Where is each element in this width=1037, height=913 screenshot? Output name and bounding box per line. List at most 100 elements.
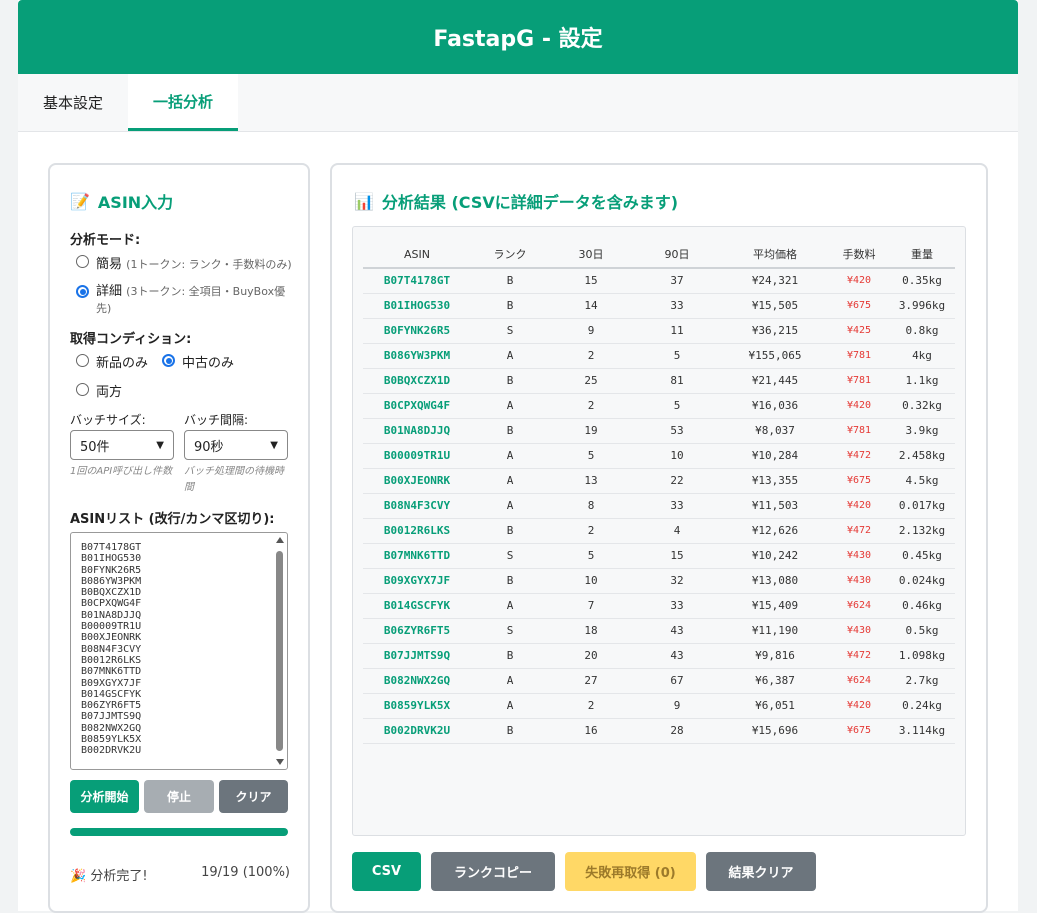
- cell-asin[interactable]: B002DRVK2U: [363, 718, 471, 744]
- table-row: B086YW3PKM A 2 5 ¥155,065 ¥781 4kg: [363, 343, 955, 369]
- cell-avg-price: ¥6,387: [721, 668, 829, 694]
- cell-rank: A: [471, 668, 549, 694]
- cell-avg-price: ¥11,503: [721, 493, 829, 519]
- results-table-container: ASIN ランク 30日 90日 平均価格 手数料 重量 B07T4178GT B…: [352, 226, 966, 836]
- cell-fee: ¥420: [829, 493, 889, 519]
- cell-weight: 3.9kg: [889, 418, 955, 444]
- asin-list-textarea[interactable]: B07T4178GT B01IHOG530 B0FYNK26R5 B086YW3…: [70, 532, 288, 770]
- cell-asin[interactable]: B00XJEONRK: [363, 468, 471, 494]
- mode-detail-radio[interactable]: [76, 285, 89, 298]
- cell-avg-price: ¥9,816: [721, 643, 829, 669]
- scroll-up-icon[interactable]: [276, 537, 284, 543]
- cell-30d: 8: [549, 493, 633, 519]
- cell-avg-price: ¥12,626: [721, 518, 829, 544]
- cond-both-radio[interactable]: [76, 383, 89, 396]
- cond-new-option[interactable]: 新品のみ: [76, 352, 148, 371]
- cell-asin[interactable]: B08N4F3CVY: [363, 493, 471, 519]
- cell-rank: A: [471, 593, 549, 619]
- mode-simple-option[interactable]: 簡易 (1トークン: ランク・手数料のみ): [76, 253, 296, 272]
- results-panel: 📊 分析結果 (CSVに詳細データを含みます) ASIN ランク 30日 90日…: [330, 163, 988, 913]
- table-row: B0BQXCZX1D B 25 81 ¥21,445 ¥781 1.1kg: [363, 368, 955, 394]
- column-header-90d: 90日: [633, 241, 721, 269]
- rank-copy-button[interactable]: ランクコピー: [431, 852, 555, 891]
- cell-90d: 15: [633, 543, 721, 569]
- cell-asin[interactable]: B082NWX2GQ: [363, 668, 471, 694]
- cell-fee: ¥781: [829, 368, 889, 394]
- cell-asin[interactable]: B0859YLK5X: [363, 693, 471, 719]
- cell-rank: A: [471, 343, 549, 369]
- status-text: 分析完了!: [90, 869, 148, 884]
- cell-asin[interactable]: B07MNK6TTD: [363, 543, 471, 569]
- table-row: B07MNK6TTD S 5 15 ¥10,242 ¥430 0.45kg: [363, 543, 955, 569]
- cell-30d: 10: [549, 568, 633, 594]
- cell-weight: 0.5kg: [889, 618, 955, 644]
- cell-asin[interactable]: B0BQXCZX1D: [363, 368, 471, 394]
- cell-30d: 5: [549, 543, 633, 569]
- cell-90d: 11: [633, 318, 721, 344]
- textarea-scrollbar[interactable]: [275, 537, 284, 765]
- cell-asin[interactable]: B086YW3PKM: [363, 343, 471, 369]
- cell-fee: ¥430: [829, 618, 889, 644]
- clear-button[interactable]: クリア: [219, 780, 288, 813]
- column-header-asin: ASIN: [363, 241, 471, 269]
- cell-avg-price: ¥15,505: [721, 293, 829, 319]
- cell-asin[interactable]: B07JJMTS9Q: [363, 643, 471, 669]
- cond-both-option[interactable]: 両方: [76, 381, 122, 400]
- table-row: B0FYNK26R5 S 9 11 ¥36,215 ¥425 0.8kg: [363, 318, 955, 344]
- table-row: B07T4178GT B 15 37 ¥24,321 ¥420 0.35kg: [363, 268, 955, 294]
- cell-fee: ¥420: [829, 693, 889, 719]
- cell-fee: ¥624: [829, 668, 889, 694]
- start-analysis-button[interactable]: 分析開始: [70, 780, 139, 813]
- cell-weight: 0.017kg: [889, 493, 955, 519]
- table-row: B01IHOG530 B 14 33 ¥15,505 ¥675 3.996kg: [363, 293, 955, 319]
- batch-size-select[interactable]: 50件 ▼: [70, 430, 174, 460]
- cell-fee: ¥781: [829, 418, 889, 444]
- clear-results-button[interactable]: 結果クリア: [706, 852, 816, 891]
- cell-asin[interactable]: B014GSCFYK: [363, 593, 471, 619]
- asin-list-label: ASINリスト (改行/カンマ区切り):: [70, 512, 275, 527]
- table-row: B00XJEONRK A 13 22 ¥13,355 ¥675 4.5kg: [363, 468, 955, 494]
- cell-avg-price: ¥155,065: [721, 343, 829, 369]
- cell-90d: 22: [633, 468, 721, 494]
- cell-30d: 25: [549, 368, 633, 394]
- cell-asin[interactable]: B06ZYR6FT5: [363, 618, 471, 644]
- scroll-thumb[interactable]: [276, 551, 283, 751]
- cell-asin[interactable]: B0CPXQWG4F: [363, 393, 471, 419]
- retry-failed-button[interactable]: 失敗再取得 (0): [565, 852, 696, 891]
- cell-fee: ¥624: [829, 593, 889, 619]
- scroll-down-icon[interactable]: [276, 759, 284, 765]
- table-row: B0CPXQWG4F A 2 5 ¥16,036 ¥420 0.32kg: [363, 393, 955, 419]
- cond-used-radio[interactable]: [162, 354, 175, 367]
- cond-used-option[interactable]: 中古のみ: [162, 352, 234, 371]
- tab-basic-settings[interactable]: 基本設定: [18, 74, 128, 131]
- table-row: B07JJMTS9Q B 20 43 ¥9,816 ¥472 1.098kg: [363, 643, 955, 669]
- stop-button[interactable]: 停止: [144, 780, 214, 813]
- mode-detail-option[interactable]: 詳細 (3トークン: 全項目・BuyBox優先): [76, 283, 294, 317]
- cell-asin[interactable]: B07T4178GT: [363, 268, 471, 294]
- cell-asin[interactable]: B09XGYX7JF: [363, 568, 471, 594]
- cell-30d: 20: [549, 643, 633, 669]
- cell-weight: 0.46kg: [889, 593, 955, 619]
- table-row: B014GSCFYK A 7 33 ¥15,409 ¥624 0.46kg: [363, 593, 955, 619]
- asin-list-content: B07T4178GT B01IHOG530 B0FYNK26R5 B086YW3…: [81, 542, 142, 757]
- table-row: B00009TR1U A 5 10 ¥10,284 ¥472 2.458kg: [363, 443, 955, 469]
- column-header-rank: ランク: [471, 241, 549, 269]
- cell-90d: 28: [633, 718, 721, 744]
- cell-asin[interactable]: B0012R6LKS: [363, 518, 471, 544]
- cell-30d: 16: [549, 718, 633, 744]
- tab-bulk-analysis[interactable]: 一括分析: [128, 74, 239, 131]
- cell-asin[interactable]: B00009TR1U: [363, 443, 471, 469]
- mode-simple-radio[interactable]: [76, 255, 89, 268]
- cell-fee: ¥781: [829, 343, 889, 369]
- cell-asin[interactable]: B01IHOG530: [363, 293, 471, 319]
- cell-30d: 13: [549, 468, 633, 494]
- csv-button[interactable]: CSV: [352, 852, 421, 891]
- cell-asin[interactable]: B01NA8DJJQ: [363, 418, 471, 444]
- batch-interval-select[interactable]: 90秒 ▼: [184, 430, 288, 460]
- cell-avg-price: ¥10,284: [721, 443, 829, 469]
- cell-30d: 14: [549, 293, 633, 319]
- cell-asin[interactable]: B0FYNK26R5: [363, 318, 471, 344]
- cell-90d: 10: [633, 443, 721, 469]
- cond-new-radio[interactable]: [76, 354, 89, 367]
- table-row: B01NA8DJJQ B 19 53 ¥8,037 ¥781 3.9kg: [363, 418, 955, 444]
